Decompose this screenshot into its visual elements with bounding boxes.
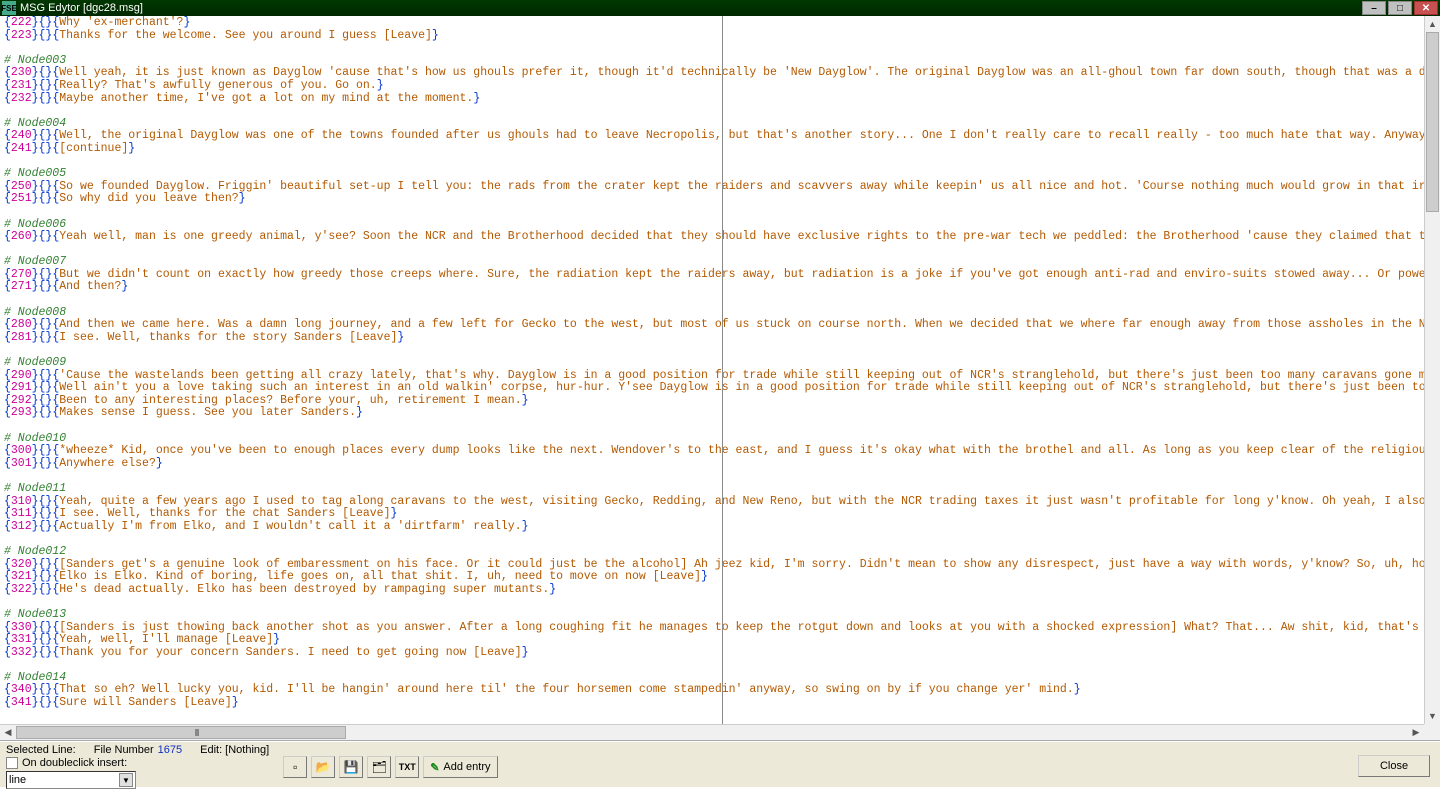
code-editor[interactable]: {222}{}{Why 'ex-merchant'?} {223}{}{Than… bbox=[0, 16, 1424, 724]
plus-icon: ✎ bbox=[430, 761, 439, 774]
horizontal-scrollbar[interactable]: ◀ ▶ bbox=[0, 724, 1424, 740]
doubleclick-label: On doubleclick insert: bbox=[22, 757, 127, 769]
open-file-button[interactable]: 📂 bbox=[311, 756, 335, 778]
window-title: MSG Edytor [dgc28.msg] bbox=[20, 2, 1362, 14]
save-as-button[interactable]: 🗂 bbox=[367, 756, 391, 778]
scroll-down-arrow[interactable]: ▼ bbox=[1425, 708, 1440, 724]
editor-pane: {222}{}{Why 'ex-merchant'?} {223}{}{Than… bbox=[0, 16, 1440, 741]
toolbar: ▫ 📂 💾 🗂 TXT ✎ Add entry bbox=[283, 756, 497, 778]
app-icon: FSE bbox=[2, 1, 16, 15]
scroll-left-arrow[interactable]: ◀ bbox=[0, 725, 16, 740]
edit-status-label: Edit: [Nothing] bbox=[200, 744, 269, 756]
scroll-corner bbox=[1424, 724, 1440, 740]
hscroll-track[interactable] bbox=[16, 725, 1408, 740]
insert-mode-combo[interactable]: line ▼ bbox=[6, 771, 136, 789]
close-button[interactable]: Close bbox=[1358, 755, 1430, 777]
vertical-scrollbar[interactable]: ▲ ▼ bbox=[1424, 16, 1440, 724]
scroll-right-arrow[interactable]: ▶ bbox=[1408, 725, 1424, 740]
hscroll-thumb[interactable] bbox=[16, 726, 346, 739]
doubleclick-checkbox[interactable] bbox=[6, 757, 18, 769]
scroll-up-arrow[interactable]: ▲ bbox=[1425, 16, 1440, 32]
chevron-down-icon[interactable]: ▼ bbox=[119, 773, 133, 787]
file-number-value: 1675 bbox=[158, 744, 182, 756]
status-bar: Selected Line: File Number 1675 Edit: [N… bbox=[0, 741, 1440, 787]
save-file-button[interactable]: 💾 bbox=[339, 756, 363, 778]
new-file-button[interactable]: ▫ bbox=[283, 756, 307, 778]
selected-line-label: Selected Line: bbox=[6, 744, 76, 756]
add-entry-label: Add entry bbox=[443, 761, 490, 773]
vscroll-thumb[interactable] bbox=[1426, 32, 1439, 212]
titlebar: FSE MSG Edytor [dgc28.msg] – □ ✕ bbox=[0, 0, 1440, 16]
combo-value: line bbox=[9, 774, 26, 786]
maximize-button[interactable]: □ bbox=[1388, 1, 1412, 15]
add-entry-button[interactable]: ✎ Add entry bbox=[423, 756, 497, 778]
window-close-button[interactable]: ✕ bbox=[1414, 1, 1438, 15]
ruler-line bbox=[722, 16, 723, 724]
export-txt-button[interactable]: TXT bbox=[395, 756, 419, 778]
vscroll-track[interactable] bbox=[1425, 32, 1440, 708]
file-number-label: File Number bbox=[94, 744, 154, 756]
minimize-button[interactable]: – bbox=[1362, 1, 1386, 15]
